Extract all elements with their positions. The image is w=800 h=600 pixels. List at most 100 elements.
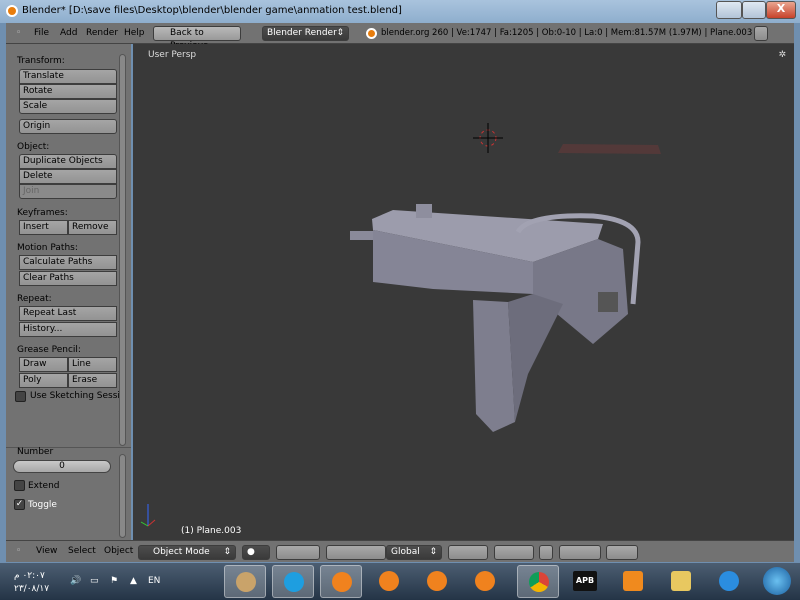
3d-cursor-icon	[473, 123, 503, 153]
plane-object	[558, 144, 661, 154]
menu-help[interactable]: Help	[124, 28, 145, 38]
duplicate-objects-button[interactable]: Duplicate Objects	[19, 154, 117, 169]
insert-keyframe-button[interactable]: Insert	[19, 220, 68, 235]
number-label: Number	[17, 447, 54, 457]
taskbar-blender-4[interactable]	[464, 565, 506, 598]
rotate-button[interactable]: Rotate	[19, 84, 117, 99]
windows-logo-icon	[763, 567, 791, 595]
internet-explorer-icon	[719, 571, 739, 591]
menu-file[interactable]: File	[34, 28, 49, 38]
shading-select[interactable]: ●	[242, 545, 270, 560]
lock-layers-button[interactable]	[539, 545, 553, 560]
taskbar-blender-2[interactable]	[368, 565, 410, 598]
taskbar-chrome[interactable]	[517, 565, 559, 598]
draw-button[interactable]: Draw	[19, 357, 68, 372]
blender-icon	[379, 571, 399, 591]
active-object-label: (1) Plane.003	[181, 526, 242, 536]
gun-model	[350, 204, 641, 432]
extend-checkbox[interactable]	[14, 480, 25, 491]
object-label: Object:	[17, 142, 50, 152]
taskbar-blender-3[interactable]	[416, 565, 458, 598]
operator-scrollbar[interactable]	[119, 454, 126, 538]
taskbar-ie[interactable]	[708, 565, 750, 598]
minimize-button[interactable]	[716, 1, 742, 19]
sketching-checkbox[interactable]	[15, 391, 26, 402]
manipulator-buttons[interactable]	[326, 545, 386, 560]
remove-keyframe-button[interactable]: Remove	[68, 220, 117, 235]
menu-object[interactable]: Object	[104, 546, 133, 556]
taskbar-skype[interactable]	[272, 565, 314, 598]
grease-pencil-label: Grease Pencil:	[17, 345, 81, 355]
menu-view[interactable]: View	[36, 546, 57, 556]
folder-icon	[671, 571, 691, 591]
join-button[interactable]: Join	[19, 184, 117, 199]
info-header: ◦ File Add Render Help Back to Previous …	[6, 23, 794, 51]
origin-button[interactable]: Origin	[19, 119, 117, 134]
orientation-select[interactable]: Global ⇕	[386, 545, 442, 560]
clock-date: ٢٣/٠٨/١٧	[14, 584, 50, 594]
taskbar-apb[interactable]: APB	[564, 565, 606, 598]
delete-button[interactable]: Delete	[19, 169, 117, 184]
number-field[interactable]: 0	[13, 460, 111, 473]
layer-buttons-2[interactable]	[494, 545, 534, 560]
scale-button[interactable]: Scale	[19, 99, 117, 114]
menu-add[interactable]: Add	[60, 28, 77, 38]
maximize-button[interactable]	[742, 1, 766, 19]
blender-icon	[427, 571, 447, 591]
volume-icon[interactable]: 🔊	[70, 576, 81, 586]
history-button[interactable]: History...	[19, 322, 117, 337]
editor-type-icon[interactable]: ◦	[16, 546, 21, 556]
skype-icon	[284, 572, 304, 592]
taskbar: ٠٢:٠٧ م ٢٣/٠٨/١٧ 🔊 ▭ ⚑ ▲ EN APB	[0, 563, 800, 600]
network-icon[interactable]: ▭	[90, 576, 99, 586]
render-engine-select[interactable]: Blender Render ⇕	[262, 26, 349, 41]
window-title: Blender* [D:\save files\Desktop\blender\…	[22, 5, 402, 16]
scene-svg	[140, 123, 661, 527]
toggle-label: Toggle	[28, 500, 57, 510]
line-button[interactable]: Line	[68, 357, 117, 372]
start-button[interactable]	[756, 565, 798, 598]
motion-paths-label: Motion Paths:	[17, 243, 78, 253]
blender-logo-icon	[6, 5, 18, 17]
editor-type-icon[interactable]: ◦	[16, 28, 21, 38]
taskbar-media-player[interactable]	[612, 565, 654, 598]
taskbar-explorer[interactable]	[660, 565, 702, 598]
transform-label: Transform:	[17, 56, 65, 66]
tool-shelf-scrollbar[interactable]	[119, 54, 126, 446]
media-player-icon	[623, 571, 643, 591]
blender-icon	[475, 571, 495, 591]
3d-viewport[interactable]: User Persp ✲ (1) Plane.003	[133, 44, 794, 540]
toggle-checkbox[interactable]: ✓	[14, 499, 25, 510]
menu-select[interactable]: Select	[68, 546, 96, 556]
repeat-label: Repeat:	[17, 294, 52, 304]
menu-render[interactable]: Render	[86, 28, 118, 38]
fullscreen-button[interactable]	[754, 26, 768, 41]
blender-icon	[366, 28, 377, 39]
clear-paths-button[interactable]: Clear Paths	[19, 271, 117, 286]
taskbar-blender-1[interactable]	[320, 565, 362, 598]
language-indicator[interactable]: EN	[148, 576, 160, 586]
erase-button[interactable]: Erase	[68, 373, 117, 388]
extend-label: Extend	[28, 481, 60, 491]
mode-select[interactable]: Object Mode ⇕	[138, 545, 236, 560]
pivot-select[interactable]	[276, 545, 320, 560]
keyframes-label: Keyframes:	[17, 208, 68, 218]
layer-buttons-1[interactable]	[448, 545, 488, 560]
blender-icon	[332, 572, 352, 592]
repeat-last-button[interactable]: Repeat Last	[19, 306, 117, 321]
translate-button[interactable]: Translate	[19, 69, 117, 84]
render-buttons[interactable]	[606, 545, 638, 560]
flag-icon[interactable]: ⚑	[110, 576, 118, 586]
poly-button[interactable]: Poly	[19, 373, 68, 388]
snap-buttons[interactable]	[559, 545, 601, 560]
show-hidden-icons[interactable]: ▲	[130, 576, 137, 586]
sketching-label: Use Sketching Sessio	[30, 391, 126, 401]
tool-shelf: Transform: Translate Rotate Scale Origin…	[6, 44, 131, 540]
axis-gizmo-icon	[140, 504, 156, 527]
calculate-paths-button[interactable]: Calculate Paths	[19, 255, 117, 270]
apb-icon: APB	[573, 571, 597, 591]
back-to-previous-button[interactable]: Back to Previous	[153, 26, 241, 51]
close-button[interactable]: X	[766, 1, 796, 19]
3d-view-header: ◦ View Select Object Object Mode ⇕ ● Glob…	[6, 540, 794, 562]
taskbar-paint[interactable]	[224, 565, 266, 598]
